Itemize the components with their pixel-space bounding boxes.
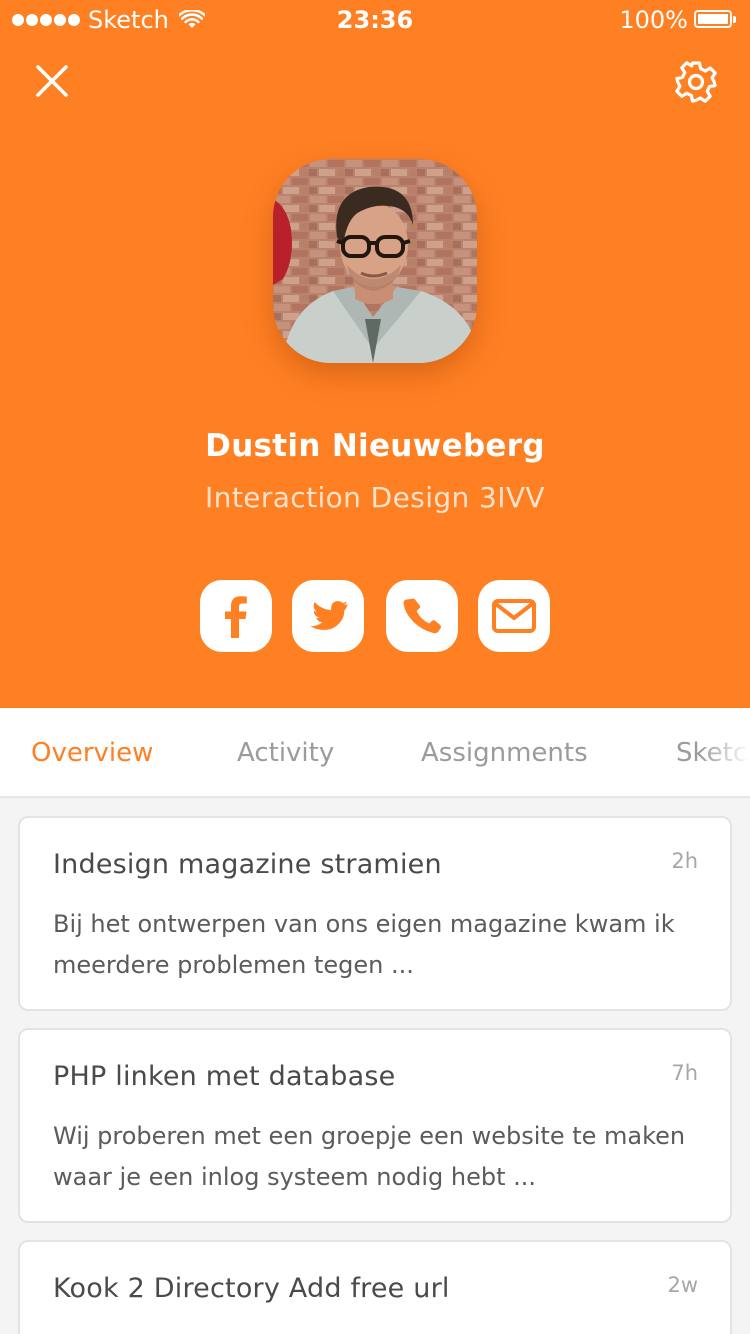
- settings-button[interactable]: [668, 54, 724, 110]
- post-card[interactable]: Kook 2 Directory Add free url 2w: [18, 1240, 732, 1334]
- tab-sketch[interactable]: Sketch: [676, 738, 750, 768]
- profile-course: Interaction Design 3IVV: [205, 481, 545, 514]
- profile-tabs: Overview Activity Assignments Sketch: [0, 708, 750, 798]
- post-card[interactable]: Indesign magazine stramien 2h Bij het on…: [18, 816, 732, 1011]
- tab-assignments[interactable]: Assignments: [421, 738, 588, 768]
- profile-photo: [273, 159, 477, 363]
- mail-icon: [492, 599, 536, 633]
- profile-header: Sketch 23:36 100% Dustin Nieuweberg Inte…: [0, 0, 750, 708]
- close-button[interactable]: [26, 55, 78, 107]
- avatar[interactable]: [273, 159, 477, 363]
- phone-icon: [403, 598, 441, 634]
- post-feed[interactable]: Indesign magazine stramien 2h Bij het on…: [0, 798, 750, 1334]
- post-timestamp: 7h: [671, 1061, 698, 1085]
- battery-icon: [694, 10, 738, 30]
- post-title: Kook 2 Directory Add free url: [53, 1273, 450, 1304]
- post-timestamp: 2w: [667, 1273, 698, 1297]
- post-title: PHP linken met database: [53, 1061, 396, 1092]
- tab-activity[interactable]: Activity: [237, 738, 334, 768]
- post-title: Indesign magazine stramien: [53, 849, 442, 880]
- facebook-icon: [225, 596, 247, 638]
- close-icon: [36, 65, 68, 97]
- social-links: [0, 580, 750, 652]
- profile-name: Dustin Nieuweberg: [205, 428, 545, 464]
- status-bar: Sketch 23:36 100%: [0, 0, 750, 40]
- twitter-icon: [310, 601, 348, 630]
- battery-percentage: 100%: [619, 6, 688, 34]
- post-timestamp: 2h: [671, 849, 698, 873]
- post-card[interactable]: PHP linken met database 7h Wij proberen …: [18, 1028, 732, 1223]
- gear-icon: [675, 61, 717, 103]
- post-excerpt: Wij proberen met een groepje een website…: [53, 1122, 686, 1191]
- twitter-button[interactable]: [292, 580, 364, 652]
- post-excerpt: Bij het ontwerpen van ons eigen magazine…: [53, 910, 675, 979]
- tab-overview[interactable]: Overview: [31, 738, 153, 768]
- facebook-button[interactable]: [200, 580, 272, 652]
- status-right: 100%: [619, 6, 738, 34]
- phone-button[interactable]: [386, 580, 458, 652]
- email-button[interactable]: [478, 580, 550, 652]
